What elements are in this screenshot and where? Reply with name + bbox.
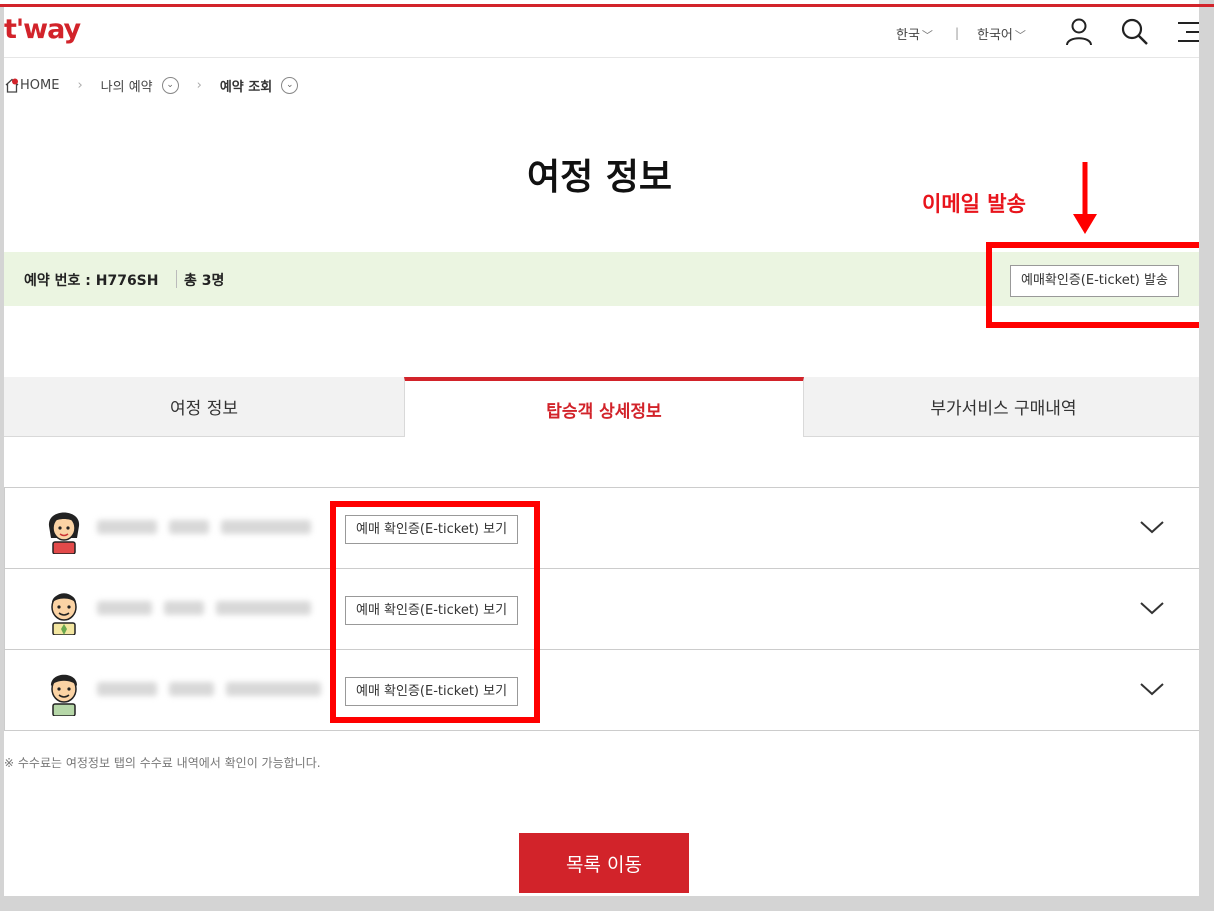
breadcrumb-separator-icon: › — [77, 77, 83, 93]
chevron-down-icon: ﹀ — [1014, 29, 1026, 42]
tway-logo[interactable]: t'way — [4, 14, 81, 45]
divider — [176, 270, 177, 288]
breadcrumb-separator-icon: › — [196, 77, 202, 93]
language-select[interactable]: 한국어 ﹀ — [977, 24, 1026, 43]
tab-additional-services[interactable]: 부가서비스 구매내역 — [804, 377, 1199, 437]
page: t'way 한국 ﹀ | 한국어 ﹀ HOME › 나의 예약 ⌄ › 예약 조… — [0, 0, 1199, 896]
country-select[interactable]: 한국 ﹀ — [896, 24, 933, 43]
home-icon — [5, 78, 19, 93]
go-to-list-button[interactable]: 목록 이동 — [519, 833, 689, 893]
male-avatar-icon — [51, 593, 77, 635]
tab-passenger-details[interactable]: 탑승객 상세정보 — [404, 377, 804, 437]
breadcrumb: HOME › 나의 예약 ⌄ › 예약 조회 ⌄ — [4, 74, 299, 96]
country-select-label: 한국 — [896, 28, 920, 43]
site-header: t'way 한국 ﹀ | 한국어 ﹀ — [0, 8, 1199, 58]
breadcrumb-home-label: HOME — [20, 77, 60, 93]
reservation-number: 예약 번호 : H776SH — [24, 273, 159, 289]
chevron-down-icon[interactable] — [1139, 680, 1165, 698]
passenger-name-redacted — [97, 597, 323, 619]
passenger-name-redacted — [97, 516, 323, 538]
chevron-down-icon[interactable]: ⌄ — [161, 76, 179, 94]
header-separator: | — [955, 26, 960, 40]
highlight-box — [986, 242, 1199, 328]
highlight-box — [330, 501, 540, 723]
breadcrumb-reservation-lookup[interactable]: 예약 조회 — [220, 76, 272, 95]
menu-icon[interactable] — [1174, 17, 1199, 47]
passenger-name-redacted — [97, 678, 333, 700]
child-avatar-icon — [50, 674, 78, 716]
chevron-down-icon[interactable] — [1139, 599, 1165, 617]
passenger-row[interactable]: 예매 확인증(E-ticket) 보기 — [4, 650, 1199, 731]
fee-note: ※ 수수료는 여정정보 탭의 수수료 내역에서 확인이 가능합니다. — [4, 756, 321, 770]
passenger-list: 예매 확인증(E-ticket) 보기 예매 확인증(E-ticket) 보기 — [4, 487, 1199, 731]
breadcrumb-home[interactable]: HOME — [4, 78, 59, 93]
chevron-down-icon[interactable]: ⌄ — [281, 76, 299, 94]
user-icon[interactable] — [1064, 17, 1094, 47]
tab-bar: 여정 정보 탑승객 상세정보 부가서비스 구매내역 — [4, 377, 1199, 437]
passenger-count: 총 3명 — [184, 273, 225, 289]
search-icon[interactable] — [1120, 17, 1150, 47]
female-avatar-icon — [48, 512, 80, 554]
language-select-label: 한국어 — [977, 28, 1013, 43]
passenger-row[interactable]: 예매 확인증(E-ticket) 보기 — [4, 488, 1199, 569]
chevron-down-icon[interactable] — [1139, 518, 1165, 536]
email-send-annotation: 이메일 발송 — [922, 192, 1026, 216]
chevron-down-icon: ﹀ — [921, 29, 933, 42]
arrow-down-icon — [1073, 162, 1097, 234]
breadcrumb-my-reservation[interactable]: 나의 예약 — [101, 76, 153, 95]
tab-itinerary[interactable]: 여정 정보 — [4, 377, 404, 437]
passenger-row[interactable]: 예매 확인증(E-ticket) 보기 — [4, 569, 1199, 650]
